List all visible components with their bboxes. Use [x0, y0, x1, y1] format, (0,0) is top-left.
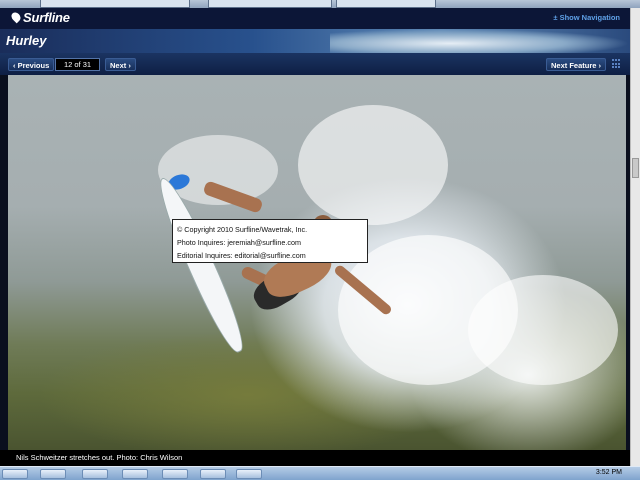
- banner-wave-image: [330, 29, 630, 53]
- surfline-logo[interactable]: Surfline: [9, 10, 70, 25]
- taskbar-app-icon[interactable]: [162, 469, 188, 479]
- taskbar-app-icon[interactable]: [82, 469, 108, 479]
- logo-text: Surfline: [23, 10, 70, 25]
- photo-caption-bar: Nils Schweitzer stretches out. Photo: Ch…: [0, 450, 630, 466]
- copyright-overlay: © Copyright 2010 Surfline/Wavetrak, Inc.…: [172, 219, 368, 263]
- browser-tab[interactable]: [208, 0, 332, 8]
- gallery-nav-bar: ‹ Previous 12 of 31 Next › Next Feature …: [0, 53, 630, 75]
- grid-icon[interactable]: [612, 59, 622, 69]
- next-button[interactable]: Next ›: [105, 58, 136, 71]
- start-button[interactable]: [2, 469, 28, 479]
- photo-caption: Nils Schweitzer stretches out. Photo: Ch…: [16, 453, 183, 462]
- taskbar-app-icon[interactable]: [122, 469, 148, 479]
- next-feature-button[interactable]: Next Feature ›: [546, 58, 607, 71]
- copyright-line: © Copyright 2010 Surfline/Wavetrak, Inc.: [177, 225, 308, 234]
- sponsor-banner[interactable]: Hurley: [0, 29, 630, 53]
- previous-button[interactable]: ‹ Previous: [8, 58, 55, 71]
- surfline-drop-icon: [9, 10, 23, 24]
- editorial-inquiries-line: Editorial Inquires: editorial@surfline.c…: [177, 251, 306, 260]
- taskbar-clock[interactable]: 3:52 PM: [596, 469, 622, 476]
- photo-inquiries-line: Photo Inquires: jeremiah@surfline.com: [177, 238, 301, 247]
- site-header: Surfline ± Show Navigation: [0, 8, 630, 29]
- spray: [468, 275, 618, 385]
- browser-tab[interactable]: [336, 0, 436, 8]
- taskbar-app-icon[interactable]: [200, 469, 226, 479]
- vertical-scrollbar[interactable]: [630, 8, 640, 466]
- browser-tab[interactable]: [40, 0, 190, 8]
- taskbar-app-icon[interactable]: [40, 469, 66, 479]
- taskbar-app-icon[interactable]: [236, 469, 262, 479]
- show-navigation-link[interactable]: ± Show Navigation: [553, 13, 620, 22]
- windows-taskbar: 3:52 PM: [0, 466, 640, 480]
- scrollbar-thumb[interactable]: [632, 158, 639, 178]
- browser-tab-strip: [0, 0, 640, 8]
- spray: [298, 105, 448, 225]
- hurley-logo: Hurley: [6, 33, 47, 48]
- browser-window: Surfline ± Show Navigation Hurley ‹ Prev…: [0, 0, 640, 480]
- photo-counter: 12 of 31: [55, 58, 100, 71]
